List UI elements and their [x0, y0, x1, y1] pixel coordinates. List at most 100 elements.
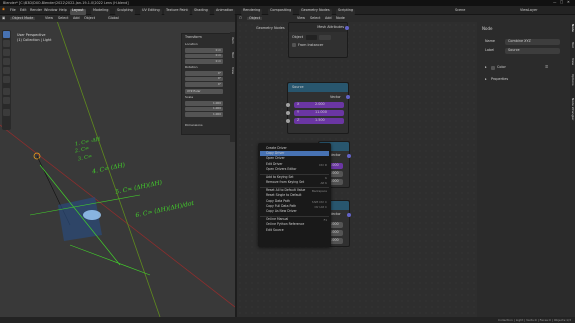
context-menu-item-shortcut: F1 [323, 217, 327, 222]
node-label-input[interactable]: Source [505, 47, 560, 54]
context-menu-item[interactable]: Open Driver [260, 157, 329, 162]
workspace-tab-layout[interactable]: Layout [70, 8, 86, 15]
source-vector-output-socket[interactable] [346, 95, 350, 99]
object-picker-field[interactable] [306, 35, 317, 40]
context-menu-item[interactable]: Online Python Reference [260, 222, 329, 227]
node-menu-select[interactable]: Select [310, 16, 320, 20]
scale-x-field[interactable]: 1.000 [185, 101, 223, 106]
cursor-tool-icon[interactable] [3, 40, 10, 47]
viewport-menu-add[interactable]: Add [73, 16, 80, 20]
scale-tool-icon[interactable] [3, 67, 10, 74]
blender-logo-icon[interactable]: ◉ [2, 7, 5, 11]
combine-2-output-socket[interactable] [347, 154, 351, 158]
sidebar-tab-tool[interactable]: Tool [231, 52, 235, 58]
menu-file[interactable]: File [10, 8, 16, 12]
combine-xyz-node-header[interactable]: Source [288, 83, 348, 92]
properties-tab-options[interactable]: Options [571, 74, 575, 86]
properties-tab-tool[interactable]: Tool [571, 42, 575, 48]
rotation-mode-select[interactable]: XYZ Euler [185, 89, 223, 94]
select-tool-icon[interactable] [3, 31, 10, 38]
source-y-field[interactable]: Y 11.000 [294, 110, 344, 116]
scale-y-field[interactable]: 1.000 [185, 106, 223, 111]
properties-tab-node[interactable]: Node [571, 24, 575, 32]
viewport-menu-select[interactable]: Select [58, 16, 68, 20]
location-x-field[interactable]: 0 m [185, 48, 223, 53]
node-label-label: Label [485, 48, 495, 52]
rotation-x-field[interactable]: 0° [185, 71, 223, 76]
minimize-icon[interactable]: — [553, 0, 556, 4]
viewport-menu-view[interactable]: View [45, 16, 53, 20]
workspace-tab-sculpting[interactable]: Sculpting [115, 8, 135, 15]
menu-render[interactable]: Render [30, 8, 42, 12]
transform-tool-icon[interactable] [3, 76, 10, 83]
transform-panel-title: Transform [185, 35, 202, 39]
combine-xyz-node[interactable]: Source Vector X 2.000 Y 11.000 Z 1.500 [286, 82, 350, 134]
menu-edit[interactable]: Edit [20, 8, 27, 12]
object-info-node-header[interactable]: Mesh Attributes [289, 23, 347, 32]
menu-window[interactable]: Window [44, 8, 57, 12]
viewport-menu-object[interactable]: Object [84, 16, 95, 20]
node-section-title[interactable]: Node [482, 27, 492, 31]
combine-3-output-socket[interactable] [347, 213, 351, 217]
sidebar-tab-view[interactable]: View [231, 67, 235, 74]
dimensions-label[interactable]: Dimensions [185, 124, 203, 127]
mode-selector[interactable]: Object Mode [10, 16, 36, 21]
sidebar-tab-item[interactable]: Item [231, 37, 235, 44]
location-y-field[interactable]: 0 m [185, 53, 223, 58]
rotation-z-field[interactable]: 0° [185, 82, 223, 87]
location-z-field[interactable]: 0 m [185, 59, 223, 64]
object-info-node[interactable]: Mesh Attributes Object From Instancer [288, 22, 349, 58]
annotate-tool-icon[interactable] [3, 88, 10, 95]
object-field-label: Object [292, 35, 304, 39]
context-menu-item[interactable]: Remove from Keying Set Alt K [260, 180, 329, 186]
object-picker-eyedropper-icon[interactable] [319, 35, 331, 40]
node-properties-section[interactable]: ▸ [485, 77, 487, 81]
context-menu-item[interactable]: Copy Data Path Shift Ctrl C [260, 199, 329, 204]
move-tool-icon[interactable] [3, 49, 10, 56]
context-menu-item[interactable]: Reset Single to Default [260, 193, 329, 198]
node-menu-node[interactable]: Node [336, 16, 345, 20]
node-menu-add[interactable]: Add [325, 16, 332, 20]
properties-tab-view[interactable]: View [571, 58, 575, 65]
workspace-tab-geometry-nodes[interactable]: Geometry Nodes [299, 8, 332, 15]
output-socket[interactable] [345, 26, 349, 30]
menu-help[interactable]: Help [59, 8, 67, 12]
node-name-label: Name [485, 39, 496, 43]
node-object-selector[interactable]: Object [247, 16, 263, 21]
color-presets-icon[interactable]: ☰ [545, 65, 548, 69]
source-x-input-socket[interactable] [286, 103, 290, 107]
rotation-y-field[interactable]: 0° [185, 76, 223, 81]
source-z-field[interactable]: Z 1.500 [294, 118, 344, 124]
close-icon[interactable]: ✕ [567, 0, 570, 4]
workspace-tab-animation[interactable]: Animation [214, 8, 236, 15]
source-y-input-socket[interactable] [286, 111, 290, 115]
measure-tool-icon[interactable] [3, 97, 10, 104]
source-x-field[interactable]: X 2.000 [294, 102, 344, 108]
properties-tab-node-wrangler[interactable]: Node Wrangler [571, 98, 575, 120]
source-z-input-socket[interactable] [286, 119, 290, 123]
scale-z-field[interactable]: 1.000 [185, 112, 223, 117]
scene-selector[interactable]: Scene [455, 8, 465, 12]
node-color-checkbox[interactable] [491, 65, 495, 70]
workspace-tab-scripting[interactable]: Scripting [336, 8, 356, 15]
node-color-section[interactable]: ▸ [485, 65, 487, 69]
view-layer-selector[interactable]: ViewLayer [520, 8, 538, 12]
editor-type-icon[interactable]: ▣ [2, 16, 5, 20]
workspace-tab-rendering[interactable]: Rendering [241, 8, 263, 15]
context-menu-item[interactable]: Edit Source [260, 228, 329, 233]
maximize-icon[interactable]: □ [560, 0, 563, 4]
transform-orientation[interactable]: Global [108, 16, 119, 20]
workspace-tab-texture[interactable]: Texture Paint [164, 8, 190, 15]
workspace-tab-shading[interactable]: Shading [192, 8, 210, 15]
workspace-tab-compositing[interactable]: Compositing [268, 8, 294, 15]
workspace-tab-modeling[interactable]: Modeling [91, 8, 111, 15]
context-menu-item[interactable]: Copy As New Driver [260, 209, 329, 214]
from-instancer-checkbox[interactable] [292, 43, 296, 47]
workspace-tab-uv[interactable]: UV Editing [140, 8, 162, 15]
context-menu-item[interactable]: Open Drivers Editor [260, 167, 329, 172]
add-cube-tool-icon[interactable] [3, 109, 10, 116]
node-name-input[interactable]: Combine XYZ [505, 38, 560, 45]
node-menu-view[interactable]: View [297, 16, 305, 20]
rotate-tool-icon[interactable] [3, 58, 10, 65]
node-editor-type-icon[interactable]: ⎔ [239, 16, 242, 20]
